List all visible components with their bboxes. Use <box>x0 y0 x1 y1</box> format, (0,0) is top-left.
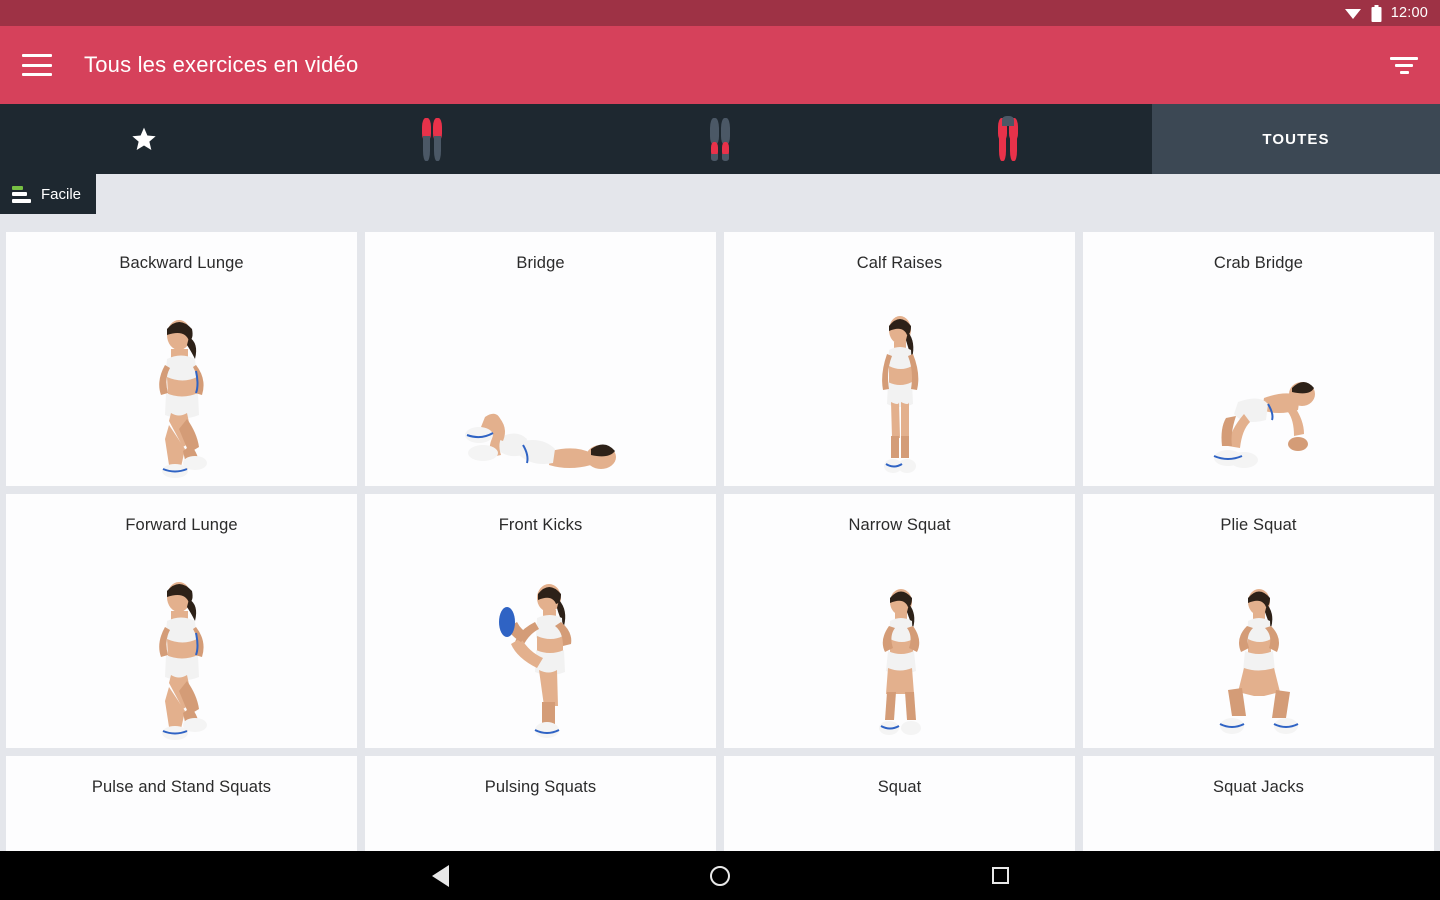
exercise-card[interactable]: Narrow Squat <box>724 494 1075 748</box>
tab-bar: TOUTES <box>0 104 1440 174</box>
exercise-card[interactable]: Backward Lunge <box>6 232 357 486</box>
difficulty-chip[interactable]: Facile <box>0 174 96 214</box>
difficulty-header: Facile <box>0 174 1440 221</box>
exercise-card-title: Forward Lunge <box>125 516 238 534</box>
page-title: Tous les exercices en vidéo <box>84 52 359 77</box>
tab-all[interactable]: TOUTES <box>1152 104 1440 174</box>
exercise-figure <box>6 834 357 851</box>
exercise-figure <box>724 834 1075 851</box>
exercise-card[interactable]: Crab Bridge <box>1083 232 1434 486</box>
exercise-card-title: Pulsing Squats <box>484 778 597 796</box>
exercise-card-title: Backward Lunge <box>119 254 244 272</box>
hamburger-menu-icon[interactable] <box>22 54 52 76</box>
legs-icon <box>998 116 1018 162</box>
status-clock: 12:00 <box>1390 5 1428 21</box>
exercise-card[interactable]: Pulse and Stand Squats <box>6 756 357 851</box>
tab-thighs[interactable] <box>288 104 576 174</box>
android-nav-bar <box>0 851 1440 900</box>
tab-all-label: TOUTES <box>1262 130 1330 148</box>
exercise-card-title: Front Kicks <box>498 516 583 534</box>
exercise-grid: Backward Lunge Bridge Calf Raises Crab B… <box>0 221 1440 851</box>
exercise-figure <box>6 572 357 742</box>
tab-calves[interactable] <box>576 104 864 174</box>
exercise-card-title: Calf Raises <box>856 254 943 272</box>
back-triangle-icon[interactable] <box>420 856 460 896</box>
status-bar: 12:00 <box>0 0 1440 26</box>
exercise-card-title: Squat <box>877 778 922 796</box>
thighs-icon <box>422 116 442 162</box>
tab-legs[interactable] <box>864 104 1152 174</box>
exercise-figure <box>365 572 716 742</box>
exercise-figure <box>365 834 716 851</box>
app-root: 12:00 Tous les exercices en vidéo TOUTES… <box>0 0 1440 900</box>
app-bar: Tous les exercices en vidéo <box>0 26 1440 104</box>
battery-icon <box>1371 4 1382 22</box>
recents-square-icon[interactable] <box>980 856 1020 896</box>
wifi-icon <box>1344 6 1362 20</box>
exercise-figure <box>1083 572 1434 742</box>
exercise-card-title: Squat Jacks <box>1213 778 1304 796</box>
exercise-card[interactable]: Front Kicks <box>365 494 716 748</box>
calves-icon <box>710 116 730 162</box>
exercise-card[interactable]: Calf Raises <box>724 232 1075 486</box>
exercise-card[interactable]: Plie Squat <box>1083 494 1434 748</box>
exercise-card[interactable]: Forward Lunge <box>6 494 357 748</box>
home-circle-icon[interactable] <box>700 856 740 896</box>
exercise-figure <box>724 572 1075 742</box>
difficulty-label: Facile <box>41 185 82 203</box>
exercise-card-title: Pulse and Stand Squats <box>91 778 272 796</box>
exercise-card[interactable]: Squat <box>724 756 1075 851</box>
exercise-figure <box>724 310 1075 480</box>
exercise-card[interactable]: Bridge <box>365 232 716 486</box>
exercise-card-title: Plie Squat <box>1220 516 1297 534</box>
difficulty-bars-icon <box>12 185 31 203</box>
exercise-card-title: Crab Bridge <box>1213 254 1304 272</box>
exercise-card-title: Bridge <box>516 254 565 272</box>
star-icon <box>132 127 156 150</box>
exercise-figure <box>1083 834 1434 851</box>
exercise-figure <box>365 310 716 480</box>
exercise-figure <box>1083 310 1434 480</box>
exercise-card[interactable]: Pulsing Squats <box>365 756 716 851</box>
exercise-card-title: Narrow Squat <box>848 516 951 534</box>
tab-favorites[interactable] <box>0 104 288 174</box>
exercise-figure <box>6 310 357 480</box>
exercise-card[interactable]: Squat Jacks <box>1083 756 1434 851</box>
filter-icon[interactable] <box>1388 53 1420 77</box>
